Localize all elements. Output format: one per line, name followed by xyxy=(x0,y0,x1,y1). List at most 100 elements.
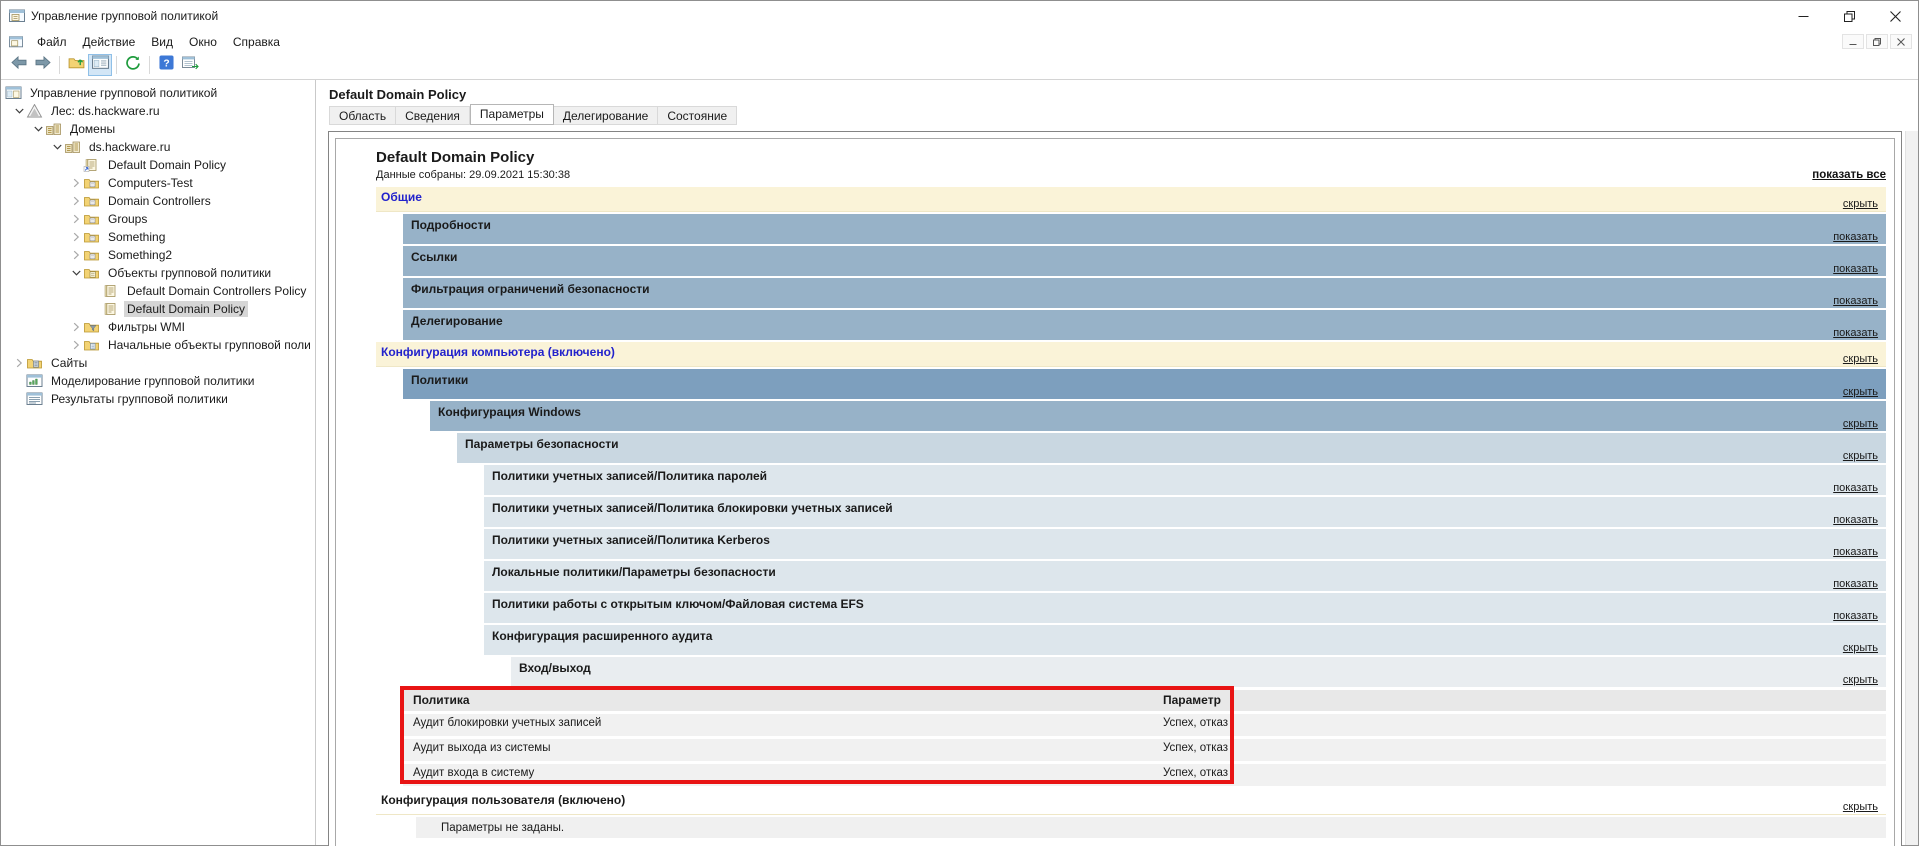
tree-item-label: Computers-Test xyxy=(105,175,196,191)
close-button[interactable] xyxy=(1872,1,1918,31)
tree-item[interactable]: Лес: ds.hackware.ru xyxy=(1,102,315,120)
forward-button[interactable] xyxy=(31,54,55,76)
sites-icon xyxy=(26,356,43,370)
table-row: Аудит выхода из системыУспех, отказ xyxy=(403,739,1886,761)
tab-settings[interactable]: Параметры xyxy=(470,104,554,125)
chevron-right-icon[interactable] xyxy=(12,358,26,368)
mdi-window-buttons xyxy=(1842,34,1918,49)
refresh-icon xyxy=(125,55,141,76)
tree-item[interactable]: Объекты групповой политики xyxy=(1,264,315,282)
refresh-button[interactable] xyxy=(121,54,145,76)
chevron-down-icon[interactable] xyxy=(69,268,83,278)
tree-item[interactable]: Something xyxy=(1,228,315,246)
tree-item[interactable]: ds.hackware.ru xyxy=(1,138,315,156)
hide-link[interactable]: скрыть xyxy=(1843,198,1878,210)
hide-link[interactable]: скрыть xyxy=(1843,353,1878,365)
show-all-link[interactable]: показать все xyxy=(1812,169,1886,181)
tree-item[interactable]: Default Domain Controllers Policy xyxy=(1,282,315,300)
hide-link[interactable]: скрыть xyxy=(1843,801,1878,813)
chevron-right-icon[interactable] xyxy=(69,250,83,260)
hide-link[interactable]: скрыть xyxy=(1843,386,1878,398)
section-label: Политики учетных записей/Политика пароле… xyxy=(492,469,767,483)
tree-item[interactable]: Сайты xyxy=(1,354,315,372)
up-one-level-button[interactable] xyxy=(64,54,88,76)
section-label: Вход/выход xyxy=(519,661,591,675)
section-label: Политики учетных записей/Политика Kerber… xyxy=(492,533,770,547)
chevron-right-icon[interactable] xyxy=(69,196,83,206)
show-link[interactable]: показать xyxy=(1833,327,1878,339)
menu-item-3[interactable]: Окно xyxy=(181,33,225,51)
show-link[interactable]: показать xyxy=(1833,482,1878,494)
hide-link[interactable]: скрыть xyxy=(1843,674,1878,686)
section-label: Ссылки xyxy=(411,250,457,264)
minimize-button[interactable] xyxy=(1780,1,1826,31)
tree-item-label: Something2 xyxy=(105,247,175,263)
settings-report-body: Default Domain Policy Данные собраны: 29… xyxy=(335,138,1895,846)
chevron-down-icon[interactable] xyxy=(31,124,45,134)
chevron-down-icon[interactable] xyxy=(12,106,26,116)
report-scrollbar[interactable] xyxy=(1905,131,1918,845)
window-title: Управление групповой политикой xyxy=(31,9,218,23)
menu-item-0[interactable]: Файл xyxy=(29,33,75,51)
show-link[interactable]: показать xyxy=(1833,578,1878,590)
menu-item-4[interactable]: Справка xyxy=(225,33,288,51)
back-button[interactable] xyxy=(7,54,31,76)
tree-item[interactable]: Computers-Test xyxy=(1,174,315,192)
mdi-restore-button[interactable] xyxy=(1866,34,1888,49)
chevron-right-icon[interactable] xyxy=(69,232,83,242)
show-link[interactable]: показать xyxy=(1833,263,1878,275)
menu-item-1[interactable]: Действие xyxy=(75,33,144,51)
show-console-tree-button[interactable] xyxy=(88,54,112,76)
section-label: Конфигурация расширенного аудита xyxy=(492,629,712,643)
tree-item[interactable]: Groups xyxy=(1,210,315,228)
section-label: Общие xyxy=(381,190,422,204)
tree-item-label: Моделирование групповой политики xyxy=(48,373,257,389)
forest-icon xyxy=(26,104,43,118)
mdi-minimize-button[interactable] xyxy=(1842,34,1864,49)
toolbar: ? xyxy=(1,52,1918,78)
console-tree-panel: Управление групповой политикойЛес: ds.ha… xyxy=(1,80,316,845)
tab-details[interactable]: Сведения xyxy=(396,106,470,125)
tree-item[interactable]: Default Domain Policy xyxy=(1,300,315,318)
chevron-right-icon[interactable] xyxy=(69,340,83,350)
tree-item-label: Default Domain Policy xyxy=(105,157,229,173)
tree-item[interactable]: Фильтры WMI xyxy=(1,318,315,336)
table-row: Аудит входа в системуУспех, отказ xyxy=(403,764,1886,786)
tree-item[interactable]: Начальные объекты групповой поли xyxy=(1,336,315,354)
help-button[interactable]: ? xyxy=(154,54,178,76)
section-label: Конфигурация пользователя (включено) xyxy=(381,793,625,807)
tree-item[interactable]: Управление групповой политикой xyxy=(1,84,315,102)
hide-link[interactable]: скрыть xyxy=(1843,450,1878,462)
hide-link[interactable]: скрыть xyxy=(1843,642,1878,654)
folder-up-icon xyxy=(68,55,85,75)
chevron-down-icon[interactable] xyxy=(50,142,64,152)
hide-link[interactable]: скрыть xyxy=(1843,418,1878,430)
folder-gpo-icon xyxy=(83,266,100,280)
tree-item[interactable]: Something2 xyxy=(1,246,315,264)
report-section-band: Фильтрация ограничений безопасностипоказ… xyxy=(403,278,1886,308)
tab-status[interactable]: Состояние xyxy=(658,106,737,125)
tree-item[interactable]: Domain Controllers xyxy=(1,192,315,210)
chevron-right-icon[interactable] xyxy=(69,322,83,332)
toolbar-separator xyxy=(59,56,60,74)
show-link[interactable]: показать xyxy=(1833,514,1878,526)
tree-item-label: Groups xyxy=(105,211,150,227)
chevron-right-icon[interactable] xyxy=(69,214,83,224)
export-list-button[interactable] xyxy=(178,54,202,76)
show-link[interactable]: показать xyxy=(1833,295,1878,307)
tree-item[interactable]: Default Domain Policy xyxy=(1,156,315,174)
tab-scope[interactable]: Область xyxy=(329,106,396,125)
show-link[interactable]: показать xyxy=(1833,231,1878,243)
show-link[interactable]: показать xyxy=(1833,546,1878,558)
menu-item-2[interactable]: Вид xyxy=(143,33,181,51)
report-section-band: Делегированиепоказать xyxy=(403,310,1886,340)
tab-delegation[interactable]: Делегирование xyxy=(554,106,658,125)
report-sections: ОбщиескрытьПодробностипоказатьСсылкипока… xyxy=(376,187,1886,687)
mdi-close-button[interactable] xyxy=(1890,34,1912,49)
tree-item[interactable]: Моделирование групповой политики xyxy=(1,372,315,390)
show-link[interactable]: показать xyxy=(1833,610,1878,622)
restore-button[interactable] xyxy=(1826,1,1872,31)
chevron-right-icon[interactable] xyxy=(69,178,83,188)
tree-item[interactable]: Домены xyxy=(1,120,315,138)
tree-item[interactable]: Результаты групповой политики xyxy=(1,390,315,408)
